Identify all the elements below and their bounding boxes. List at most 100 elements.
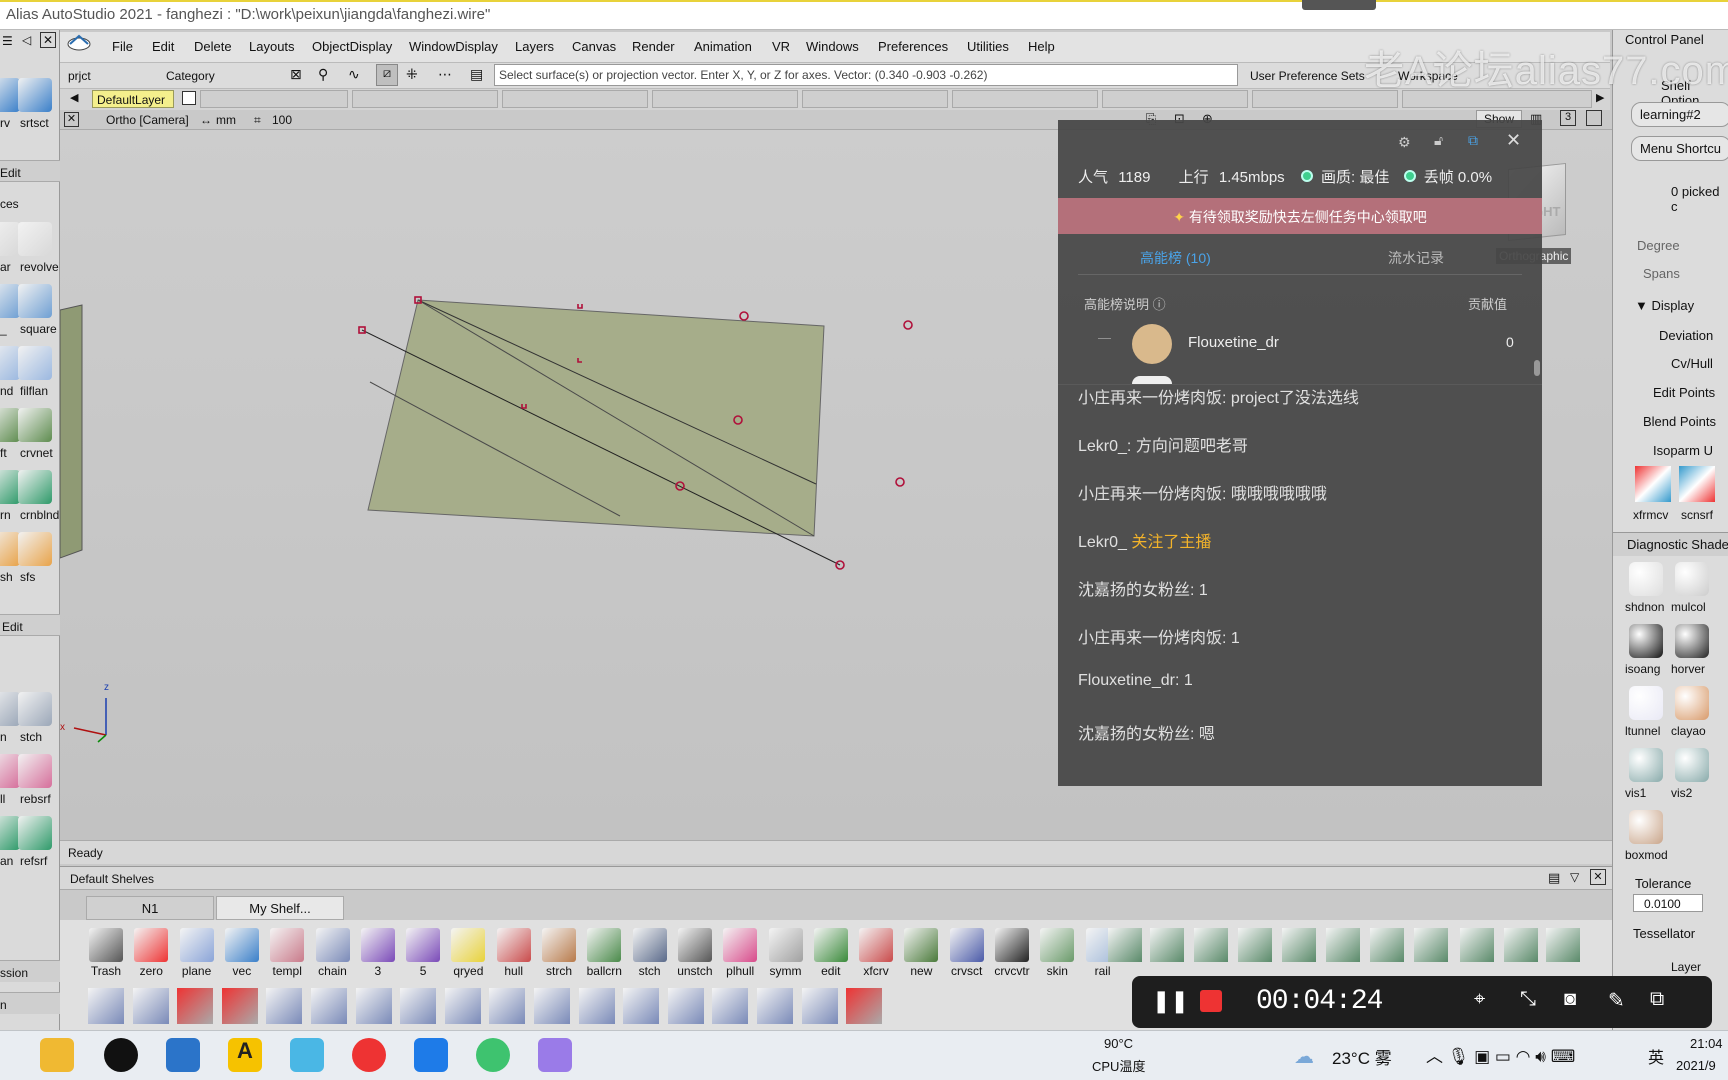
tray-chevron-icon[interactable]: ︿ [1426, 1047, 1443, 1066]
close-panel-icon[interactable]: ✕ [1506, 130, 1521, 151]
draw-app-icon[interactable] [538, 1038, 572, 1072]
chat-username[interactable]: Lekr0_ [1078, 438, 1127, 455]
deviation-label[interactable]: Deviation [1659, 328, 1713, 343]
rank-username[interactable]: Flouxetine_dr [1188, 334, 1279, 351]
boxmod-shader-icon[interactable] [1629, 810, 1663, 844]
chat-username[interactable]: 沈嘉扬的女粉丝 [1078, 726, 1190, 743]
recorder-app-icon[interactable] [352, 1038, 386, 1072]
shdnon-shader-icon[interactable] [1629, 562, 1663, 596]
palette-section-surfaces[interactable]: ces [0, 192, 60, 214]
palette-collapse-icon[interactable]: ◁ [22, 33, 31, 47]
screenshot-region-icon[interactable]: ⌖ [1474, 988, 1485, 1011]
shelf-tool-trash[interactable]: Trash [84, 928, 128, 978]
reward-banner[interactable]: ✦ 有待领取奖励快去左侧任务中心领取吧 [1058, 198, 1542, 234]
layer-slot[interactable] [952, 90, 1098, 108]
keyboard-icon[interactable]: ⌨ [1551, 1047, 1576, 1066]
popout-icon[interactable]: ⧉ [1468, 132, 1478, 149]
camera-icon[interactable]: ◙ [1564, 988, 1576, 1011]
chat-username[interactable]: Lekr0_ [1078, 534, 1127, 551]
live-app-icon[interactable] [290, 1038, 324, 1072]
sh-tool-icon[interactable] [0, 532, 20, 566]
nd-tool-icon[interactable] [0, 346, 20, 380]
stop-icon[interactable] [1200, 990, 1222, 1012]
shelf-row2-tool-icon[interactable] [578, 988, 615, 1024]
shelf-close-icon[interactable]: ✕ [1590, 869, 1606, 885]
file-explorer-icon[interactable] [40, 1038, 74, 1072]
sfs-tool-icon[interactable] [18, 532, 52, 566]
shelf-tool-symm[interactable]: symm [764, 928, 808, 978]
shelf-tool-stch[interactable]: stch [628, 928, 672, 978]
palette-section-edit2[interactable]: Edit [0, 614, 60, 636]
pick-point-icon[interactable]: ⁜ [406, 66, 418, 83]
shelf-extra-tool-icon[interactable] [1460, 928, 1494, 962]
shelf-row2-tool-icon[interactable] [757, 988, 793, 1024]
shelf-extra-tool-icon[interactable] [1504, 928, 1538, 962]
clayao-shader-icon[interactable] [1675, 686, 1709, 720]
layer-slot[interactable] [502, 90, 648, 108]
shelf-row2-tool-icon[interactable] [221, 988, 258, 1024]
shelf-tool-crvcvtr[interactable]: crvcvtr [990, 928, 1034, 978]
layer-slot[interactable] [352, 90, 498, 108]
menu-windows[interactable]: Windows [806, 39, 859, 54]
menu-delete[interactable]: Delete [194, 39, 232, 54]
menu-preferences[interactable]: Preferences [878, 39, 948, 54]
ft-tool-icon[interactable] [0, 408, 20, 442]
chat-username[interactable]: Flouxetine_dr [1078, 672, 1175, 689]
wifi-icon[interactable]: ◠ [1516, 1047, 1531, 1066]
shelf-row2-tool-icon[interactable] [400, 988, 437, 1024]
window-grab-tab[interactable] [1302, 0, 1376, 10]
command-prompt[interactable]: Select surface(s) or projection vector. … [494, 64, 1238, 86]
shelf-tool-crvsct[interactable]: crvsct [945, 928, 989, 978]
menu-vr[interactable]: VR [772, 39, 790, 54]
menu-windowdisplay[interactable]: WindowDisplay [409, 39, 498, 54]
shelf-row2-tool-icon[interactable] [801, 988, 838, 1024]
menu-file[interactable]: File [112, 39, 133, 54]
avatar[interactable] [1132, 324, 1172, 364]
chat-username[interactable]: 小庄再来一份烤肉饭 [1078, 390, 1222, 407]
palette-section-edit[interactable]: Edit [0, 160, 60, 182]
tab-rank[interactable]: 高能榜 (10) [1140, 248, 1211, 268]
clock-time[interactable]: 21:04 [1690, 1036, 1723, 1051]
refsrf-tool-icon[interactable] [18, 816, 52, 850]
shelf-row2-tool-icon[interactable] [177, 988, 214, 1024]
rank-scrollbar[interactable] [1534, 360, 1540, 376]
project-label[interactable]: prjct [68, 69, 91, 83]
meeting-app-icon[interactable] [414, 1038, 448, 1072]
srtsct-tool-icon[interactable] [18, 78, 52, 112]
shelf-tool-3[interactable]: 3 [356, 928, 400, 978]
prompt-history-icon[interactable]: ▤ [470, 66, 483, 83]
pick-object-icon[interactable]: ⊠ [290, 66, 302, 83]
shelf-extra-tool-icon[interactable] [1370, 928, 1404, 962]
shelf-extra-tool-icon[interactable] [1282, 928, 1316, 962]
mail-icon[interactable] [166, 1038, 200, 1072]
shelf-row2-tool-icon[interactable] [489, 988, 526, 1024]
shelf-row2-tool-icon[interactable] [444, 988, 481, 1024]
shelf-tool-unstch[interactable]: unstch [673, 928, 717, 978]
tolerance-input[interactable]: 0.0100 [1633, 894, 1703, 912]
layer-slot[interactable] [652, 90, 798, 108]
palette-menu-icon[interactable]: ☰ [2, 34, 13, 48]
tray-app-icon[interactable]: ▣ [1474, 1047, 1490, 1066]
layer-visibility-checkbox[interactable] [182, 91, 196, 105]
avatar[interactable] [1132, 376, 1172, 384]
clock-date[interactable]: 2021/9 [1676, 1058, 1716, 1073]
blend-points-label[interactable]: Blend Points [1643, 414, 1716, 429]
shelf-tool-zero[interactable]: zero [129, 928, 173, 978]
n-tool-icon[interactable] [0, 692, 20, 726]
shelf-extra-tool-icon[interactable] [1414, 928, 1448, 962]
cvhull-label[interactable]: Cv/Hull [1671, 356, 1713, 371]
minimize-window-icon[interactable]: ⧉ [1650, 988, 1664, 1011]
partial-surface[interactable] [60, 304, 83, 559]
settings-icon[interactable]: ⚙ [1398, 134, 1411, 151]
shelf-tool-plhull[interactable]: plhull [718, 928, 762, 978]
layer-slot[interactable] [1102, 90, 1248, 108]
screen-icon[interactable]: ▭ [1495, 1047, 1511, 1066]
menu-edit[interactable]: Edit [152, 39, 174, 54]
rn-tool-icon[interactable] [0, 470, 20, 504]
viewport-maximize-icon[interactable] [1586, 110, 1602, 126]
shelf-row2-tool-icon[interactable] [355, 988, 392, 1024]
vis1-shader-icon[interactable] [1629, 748, 1663, 782]
_-tool-icon[interactable] [0, 284, 20, 318]
microphone-icon[interactable]: 🎙︎ [1448, 1047, 1470, 1066]
shelf-tab-n1[interactable]: N1 [86, 896, 214, 920]
